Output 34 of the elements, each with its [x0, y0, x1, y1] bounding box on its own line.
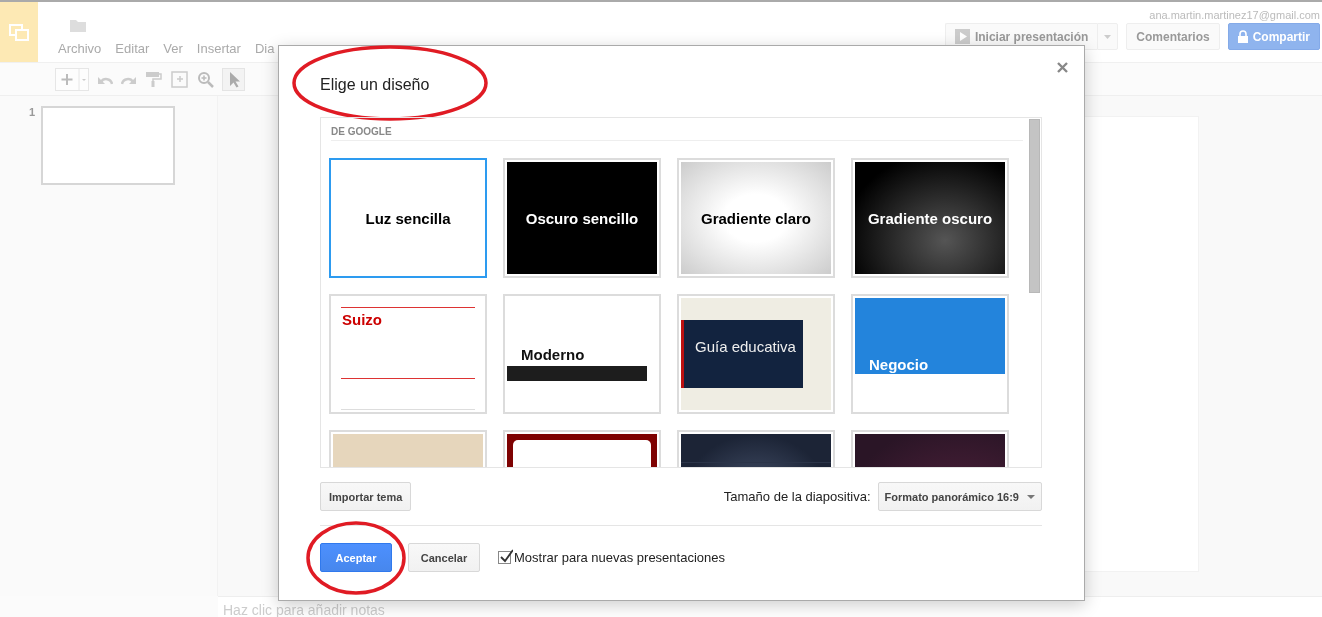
cancel-button[interactable]: Cancelar — [408, 543, 480, 572]
check-icon — [499, 549, 513, 564]
accept-button[interactable]: Aceptar — [320, 543, 392, 572]
theme-tile[interactable]: Guía educativa — [677, 294, 835, 414]
theme-tile[interactable]: Suizo — [329, 294, 487, 414]
slide-number: 1 — [29, 106, 36, 120]
theme-tile[interactable]: Gradiente claro — [677, 158, 835, 278]
theme-tile[interactable]: Luz sencilla — [329, 158, 487, 278]
slide-size-dropdown[interactable]: Formato panorámico 16:9 — [877, 482, 1042, 511]
slide-size-label: Tamaño de la diapositiva: — [723, 489, 871, 504]
account-email: ana.martin.martinez17@gmail.com — [1149, 9, 1320, 21]
dropdown-button[interactable] — [1097, 23, 1119, 50]
paint-format-icon[interactable] — [145, 71, 162, 87]
scrollbar-thumb[interactable] — [1029, 119, 1040, 293]
theme-tile[interactable]: Gradiente oscuro — [851, 158, 1009, 278]
checkbox[interactable] — [498, 551, 511, 564]
caret-icon — [1027, 494, 1035, 499]
dialog-title: Elige un diseño — [320, 76, 430, 93]
folder-icon[interactable] — [70, 18, 86, 32]
close-icon[interactable] — [1057, 62, 1068, 73]
checkbox-label[interactable]: Mostrar para nuevas presentaciones — [514, 550, 725, 565]
slides-logo-icon — [9, 23, 29, 41]
section-heading: DE GOOGLE — [331, 126, 1023, 141]
lock-icon — [1237, 30, 1248, 43]
slide-thumbnail[interactable] — [41, 106, 176, 185]
cursor-icon[interactable] — [222, 67, 245, 91]
theme-tile[interactable]: Moderno — [503, 294, 661, 414]
import-theme-button[interactable]: Importar tema — [320, 482, 412, 511]
caret-icon — [1104, 34, 1112, 39]
theme-tile[interactable]: Negocio — [851, 294, 1009, 414]
zoom-icon[interactable] — [197, 70, 214, 88]
add-icon[interactable] — [55, 67, 89, 91]
select-box-icon[interactable] — [170, 69, 189, 89]
theme-tile[interactable]: Oscuro sencillo — [503, 158, 661, 278]
